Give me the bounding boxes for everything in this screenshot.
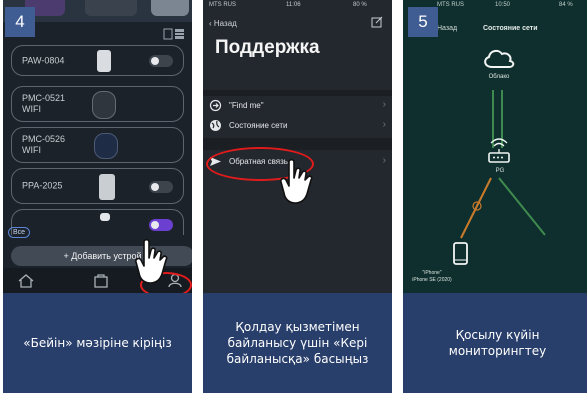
device-name: PPA-2025 <box>22 180 63 191</box>
device-thumbnail <box>99 174 115 200</box>
phone-label: "iPhone" iPhone SE (2020) <box>412 270 452 283</box>
step-badge: 5 <box>408 7 438 37</box>
status-bar: MTS RUS 11:06 80 % <box>203 2 392 14</box>
step-caption: «Бейін» мәзіріне кіріңіз <box>3 293 192 393</box>
chevron-right-icon: › <box>382 99 386 110</box>
device-banner-image <box>85 0 137 16</box>
device-card[interactable]: PMC-0521 WIFI <box>11 86 184 122</box>
chevron-right-icon: › <box>382 155 386 166</box>
filter-chip-all[interactable]: Все <box>8 227 31 238</box>
tap-hand-icon <box>135 238 168 284</box>
device-card[interactable]: PPA-2025 <box>11 168 184 204</box>
page-title: Поддержка <box>215 37 320 58</box>
carrier-label: MTS RUS <box>209 2 236 8</box>
app-screen-devices: PAW-0804 PMC-0521 WIFI PMC-0526 WIFI PPA… <box>3 0 192 293</box>
router-label: PG <box>495 168 505 174</box>
back-button[interactable]: Назад <box>437 25 457 32</box>
back-label: Назад <box>213 19 237 28</box>
menu-item-label: Состояние сети <box>229 121 288 130</box>
device-thumbnail <box>92 91 116 119</box>
link-router-phone <box>460 177 492 239</box>
step-caption: Қосылу күйін мониторингтеу <box>403 293 587 393</box>
carrier-label: MTS RUS <box>437 2 464 8</box>
chevron-left-icon: ‹ <box>209 19 212 28</box>
tap-hand-icon <box>280 158 313 204</box>
device-thumbnail <box>100 213 110 221</box>
device-power-toggle[interactable] <box>149 181 173 193</box>
device-card[interactable]: PMC-0526 WIFI <box>11 127 184 163</box>
device-power-toggle[interactable] <box>149 55 173 67</box>
back-button[interactable]: ‹ Назад <box>209 19 237 28</box>
device-card[interactable] <box>11 209 184 235</box>
device-card[interactable]: PAW-0804 <box>11 45 184 76</box>
device-banner-image <box>151 0 189 16</box>
panel-profile: PAW-0804 PMC-0521 WIFI PMC-0526 WIFI PPA… <box>3 0 192 393</box>
app-screen-network: MTS RUS 10:50 84 % Назад Состояние сети <box>403 0 587 293</box>
panel-support: MTS RUS 11:06 80 % ‹ Назад Поддержка "Fi… <box>203 0 392 393</box>
cloud-icon <box>484 49 515 68</box>
shop-bag-icon[interactable] <box>94 273 108 288</box>
device-name: PMC-0526 WIFI <box>22 134 66 155</box>
back-label: Назад <box>437 25 458 32</box>
device-power-toggle[interactable] <box>149 219 173 231</box>
device-thumbnail <box>94 133 118 159</box>
device-name: PMC-0521 WIFI <box>22 93 66 114</box>
device-name: PAW-0804 <box>22 55 65 65</box>
router-icon <box>488 138 510 163</box>
link-router-device <box>498 177 546 236</box>
menu-item-find-me[interactable]: "Find me" › <box>203 96 392 116</box>
status-time: 11:06 <box>286 2 301 8</box>
arrow-circle-icon <box>209 99 222 112</box>
device-thumbnail <box>97 50 111 72</box>
smartphone-icon <box>453 242 468 265</box>
compose-icon[interactable] <box>371 16 383 28</box>
chevron-right-icon: › <box>382 119 386 130</box>
step-badge: 4 <box>5 7 35 37</box>
page-title: Состояние сети <box>483 25 538 32</box>
battery-label: 84 % <box>559 2 573 8</box>
globe-icon <box>210 120 221 131</box>
status-time: 10:50 <box>495 2 511 8</box>
cloud-label: Облако <box>488 74 510 80</box>
view-toggle-icon[interactable] <box>163 28 185 40</box>
battery-label: 80 % <box>353 2 367 8</box>
panel-network-status: MTS RUS 10:50 84 % Назад Состояние сети <box>403 0 587 393</box>
app-screen-support: MTS RUS 11:06 80 % ‹ Назад Поддержка "Fi… <box>203 0 392 293</box>
menu-item-network-status[interactable]: Состояние сети › <box>203 116 392 136</box>
menu-item-label: "Find me" <box>229 101 264 110</box>
home-icon[interactable] <box>18 274 34 288</box>
step-caption: Қолдау қызметімен байланысу үшін «Кері б… <box>203 293 392 393</box>
section-divider <box>203 138 392 150</box>
